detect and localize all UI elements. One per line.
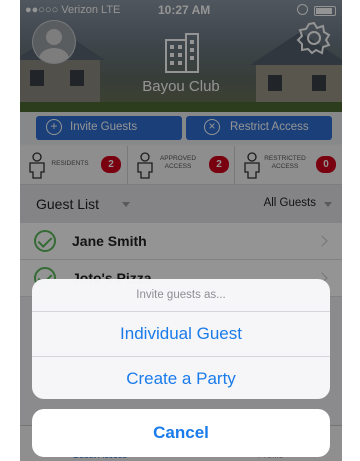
action-sheet: Invite guests as... Individual Guest Cre… — [32, 279, 330, 399]
create-party-option[interactable]: Create a Party — [32, 357, 330, 399]
action-sheet-title: Invite guests as... — [32, 279, 330, 312]
cancel-button[interactable]: Cancel — [32, 409, 330, 457]
individual-guest-option[interactable]: Individual Guest — [32, 312, 330, 357]
app-screen: ●●○○○ Verizon LTE 10:27 AM Bayou Club + … — [20, 0, 342, 461]
